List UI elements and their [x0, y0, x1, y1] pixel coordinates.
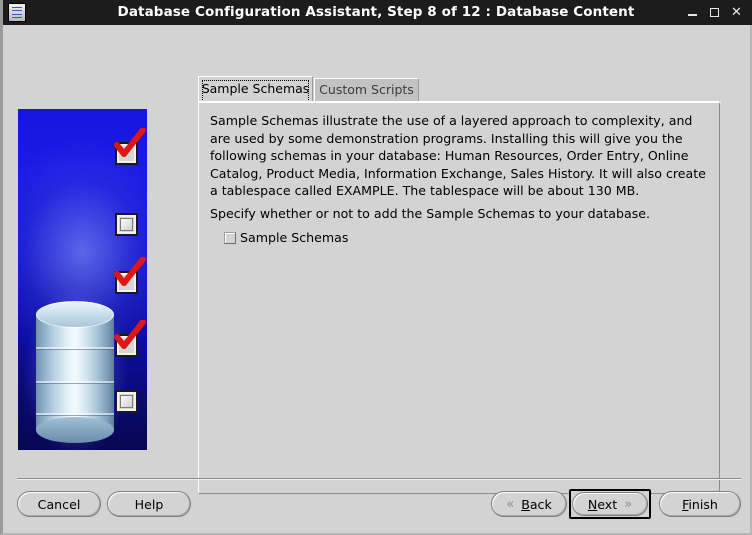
- database-configuration-assistant-window: Database Configuration Assistant, Step 8…: [0, 0, 752, 535]
- banner-checkbox-marker-1: [114, 128, 146, 165]
- minimize-icon[interactable]: [685, 5, 700, 20]
- finish-button[interactable]: Finish: [659, 491, 741, 517]
- banner-checkbox-marker-2: [115, 213, 138, 236]
- next-button[interactable]: Next »: [572, 492, 648, 516]
- back-button-label: Back: [521, 496, 552, 512]
- next-button-label: Next: [587, 496, 618, 512]
- maximize-icon[interactable]: [707, 5, 722, 20]
- next-button-default-frame: Next »: [569, 489, 651, 519]
- cancel-button-label: Cancel: [37, 496, 81, 512]
- database-cylinder-icon: [36, 301, 114, 443]
- panel-top-line: [199, 102, 721, 103]
- intro-paragraph: Sample Schemas illustrate the use of a l…: [210, 113, 706, 198]
- banner-checkbox-marker-3: [114, 257, 146, 294]
- tab-sample-schemas[interactable]: Sample Schemas: [198, 76, 313, 102]
- window-title: Database Configuration Assistant, Step 8…: [117, 4, 635, 20]
- back-button[interactable]: « Back: [491, 491, 567, 517]
- close-icon[interactable]: ✕: [729, 5, 744, 20]
- database-cylinder-illustration: [18, 109, 147, 450]
- sample-schemas-checkbox-row[interactable]: Sample Schemas: [224, 230, 348, 245]
- finish-button-label: Finish: [682, 496, 718, 512]
- tab-sample-schemas-label: Sample Schemas: [201, 81, 310, 96]
- chevron-right-icon: »: [624, 496, 633, 512]
- content-panel: Sample Schemas illustrate the use of a l…: [198, 101, 721, 494]
- help-button[interactable]: Help: [107, 491, 191, 517]
- cancel-button[interactable]: Cancel: [17, 491, 101, 517]
- sample-schemas-checkbox[interactable]: [224, 231, 236, 244]
- button-bar-separator: [17, 478, 741, 479]
- sample-schemas-checkbox-label: Sample Schemas: [240, 230, 349, 245]
- window-body: Sample Schemas Custom Scripts Sample Sch…: [0, 25, 752, 535]
- tab-custom-scripts[interactable]: Custom Scripts: [314, 78, 419, 101]
- banner-checkbox-marker-5: [115, 390, 138, 413]
- banner-checkbox-marker-4: [114, 320, 146, 357]
- help-button-label: Help: [134, 496, 164, 512]
- specify-paragraph: Specify whether or not to add the Sample…: [210, 206, 651, 221]
- chevron-left-icon: «: [506, 496, 515, 512]
- title-bar[interactable]: Database Configuration Assistant, Step 8…: [0, 0, 752, 25]
- tab-custom-scripts-label: Custom Scripts: [319, 82, 414, 97]
